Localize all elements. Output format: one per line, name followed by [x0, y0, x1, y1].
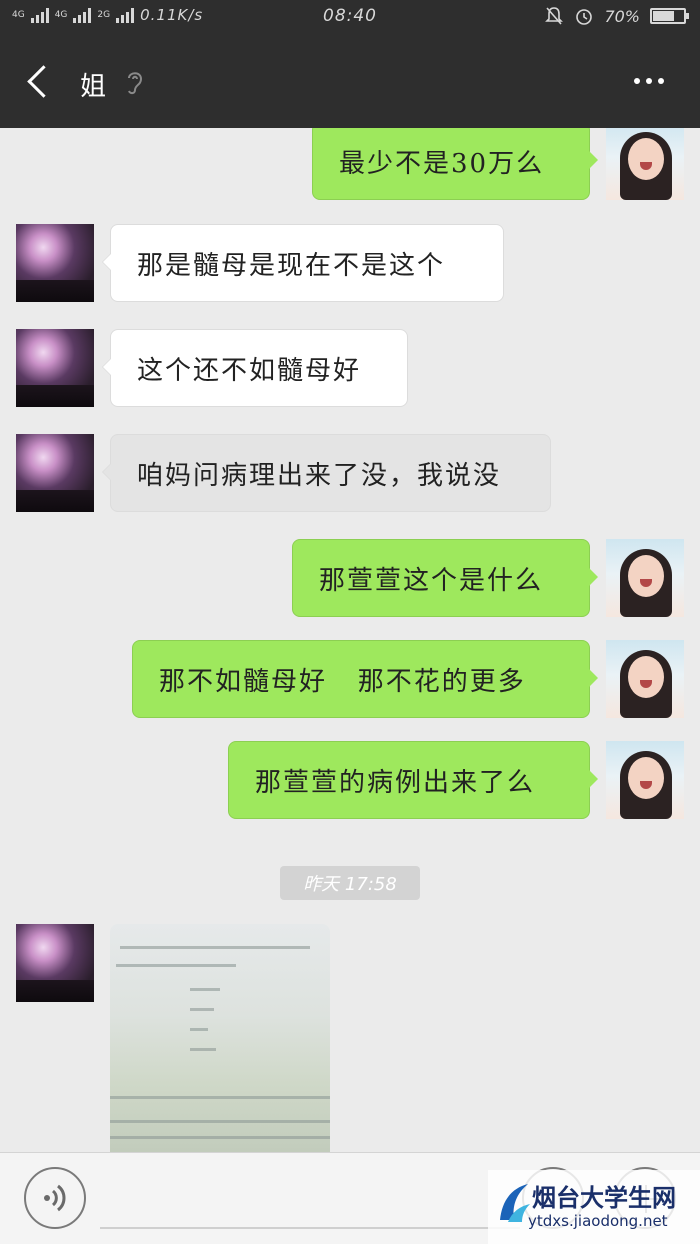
- alarm-icon: [576, 9, 593, 25]
- chat-history[interactable]: 最少不是30万么 那是髓母是现在不是这个 这个还不如髓母好 咱妈问病理出来了没，…: [0, 128, 700, 1152]
- message-bubble-outgoing[interactable]: 那萱萱这个是什么: [292, 539, 598, 617]
- battery-percent: 70%: [604, 6, 640, 26]
- message-bubble-incoming[interactable]: 那是髓母是现在不是这个: [102, 224, 504, 302]
- message-input[interactable]: [100, 1227, 520, 1229]
- image-message[interactable]: [110, 924, 330, 1152]
- message-bubble-incoming[interactable]: 咱妈问病理出来了没，我说没: [102, 434, 551, 512]
- message-bubble-outgoing[interactable]: 最少不是30万么: [312, 128, 598, 200]
- contact-avatar[interactable]: [16, 224, 94, 302]
- contact-avatar[interactable]: [16, 434, 94, 512]
- voice-input-button[interactable]: [24, 1167, 86, 1229]
- message-bubble-outgoing[interactable]: 那不如髓母好 那不花的更多: [132, 640, 598, 718]
- message-timestamp: 昨天 17:58: [280, 866, 420, 900]
- site-watermark: 烟台大学生网 ytdxs.jiaodong.net: [488, 1170, 700, 1244]
- my-avatar[interactable]: [606, 741, 684, 819]
- watermark-url: ytdxs.jiaodong.net: [528, 1212, 668, 1230]
- site-logo-icon: [500, 1184, 530, 1222]
- title-bar: 姐: [0, 36, 700, 128]
- more-options-button[interactable]: [634, 74, 674, 88]
- message-bubble-incoming[interactable]: 这个还不如髓母好: [102, 329, 408, 407]
- mute-bell-icon: [545, 7, 564, 25]
- contact-name: 姐: [80, 72, 107, 102]
- watermark-title: 烟台大学生网: [532, 1184, 676, 1212]
- status-bar: 4G 4G 2G 0.11K/s 08:40 70%: [0, 0, 700, 36]
- dot-icon: [658, 78, 664, 84]
- my-avatar[interactable]: [606, 539, 684, 617]
- battery-icon: [650, 8, 689, 24]
- earpiece-mode-icon: [128, 72, 143, 95]
- my-avatar[interactable]: [606, 128, 684, 200]
- back-button[interactable]: [22, 62, 58, 102]
- my-avatar[interactable]: [606, 640, 684, 718]
- voice-icon: [44, 1184, 66, 1212]
- dot-icon: [646, 78, 652, 84]
- status-right: 70%: [544, 6, 689, 26]
- contact-avatar[interactable]: [16, 329, 94, 407]
- battery-fill: [653, 11, 674, 21]
- contact-avatar[interactable]: [16, 924, 94, 1002]
- dot-icon: [634, 78, 640, 84]
- message-bubble-outgoing[interactable]: 那萱萱的病例出来了么: [228, 741, 598, 819]
